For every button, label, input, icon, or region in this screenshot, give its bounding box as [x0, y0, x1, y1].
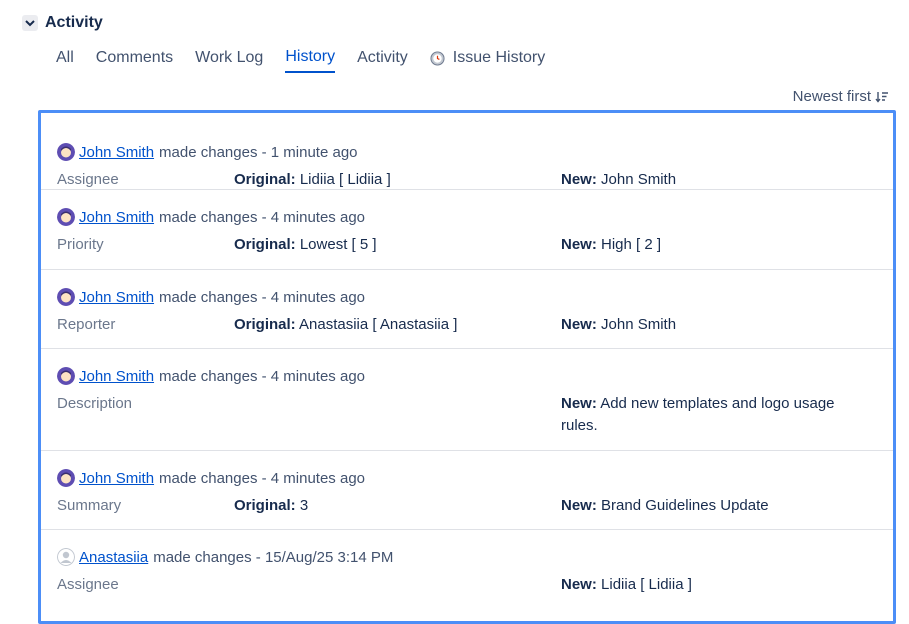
new-value: New: Add new templates and logo usage ru…: [561, 393, 861, 437]
user-link[interactable]: John Smith: [79, 209, 154, 226]
original-label: Original:: [234, 316, 296, 333]
original-value: Original: Lidiia [ Lidiia ]: [234, 169, 561, 191]
sort-descending-icon: [875, 91, 888, 103]
original-value-empty: [234, 393, 561, 437]
original-value: Original: Lowest [ 5 ]: [234, 234, 561, 256]
activity-section-header[interactable]: Activity: [22, 14, 103, 32]
original-value: Original: 3: [234, 495, 561, 517]
avatar: [57, 143, 75, 161]
field-name: Assignee: [57, 576, 119, 593]
original-text: 3: [299, 497, 309, 514]
field-name: Reporter: [57, 316, 116, 333]
new-value: New: High [ 2 ]: [561, 234, 861, 256]
new-label: New:: [561, 316, 597, 333]
history-entry: Anastasiia made changes - 15/Aug/25 3:14…: [41, 530, 893, 615]
change-meta: made changes - 1 minute ago: [159, 143, 358, 161]
user-link[interactable]: John Smith: [79, 144, 154, 161]
new-value: New: John Smith: [561, 314, 861, 336]
original-text: Anastasiia [ Anastasiia ]: [299, 316, 458, 333]
original-text: Lidiia [ Lidiia ]: [299, 171, 391, 188]
field-name: Assignee: [57, 171, 119, 188]
new-text: Add new templates and logo usage rules.: [561, 395, 835, 434]
new-text: Brand Guidelines Update: [601, 497, 769, 514]
history-entry: John Smith made changes - 1 minute ago A…: [41, 113, 893, 190]
change-meta: made changes - 4 minutes ago: [159, 288, 366, 306]
tab-work-log[interactable]: Work Log: [195, 49, 263, 72]
avatar: [57, 367, 75, 385]
tab-issue-history-label: Issue History: [452, 49, 546, 66]
original-value-empty: [234, 574, 561, 596]
tab-issue-history[interactable]: Issue History: [430, 49, 545, 72]
tab-all[interactable]: All: [56, 49, 74, 72]
new-value: New: Lidiia [ Lidiia ]: [561, 574, 861, 596]
field-name: Summary: [57, 497, 122, 514]
avatar: [57, 208, 75, 226]
avatar: [57, 469, 75, 487]
new-label: New:: [561, 395, 597, 412]
history-list: John Smith made changes - 1 minute ago A…: [38, 110, 896, 624]
original-text: Lowest [ 5 ]: [299, 236, 377, 253]
tab-activity[interactable]: Activity: [357, 49, 408, 72]
change-meta: made changes - 4 minutes ago: [159, 367, 366, 385]
tab-history[interactable]: History: [285, 48, 336, 73]
user-link[interactable]: John Smith: [79, 289, 154, 306]
original-label: Original:: [234, 497, 296, 514]
history-entry: John Smith made changes - 4 minutes ago …: [41, 451, 893, 530]
history-entry: John Smith made changes - 4 minutes ago …: [41, 190, 893, 270]
sort-label: Newest first: [792, 88, 871, 105]
new-label: New:: [561, 236, 597, 253]
field-name: Description: [57, 395, 133, 412]
avatar: [57, 288, 75, 306]
chevron-down-icon: [25, 20, 35, 27]
user-link[interactable]: John Smith: [79, 470, 154, 487]
change-meta: made changes - 4 minutes ago: [159, 208, 366, 226]
tab-comments[interactable]: Comments: [96, 49, 173, 72]
change-meta: made changes - 4 minutes ago: [159, 469, 366, 487]
clock-icon: [430, 50, 445, 66]
change-meta: made changes - 15/Aug/25 3:14 PM: [153, 548, 394, 566]
new-value: New: John Smith: [561, 169, 861, 191]
new-label: New:: [561, 497, 597, 514]
new-text: Lidiia [ Lidiia ]: [601, 576, 692, 593]
section-title: Activity: [45, 14, 103, 31]
new-value: New: Brand Guidelines Update: [561, 495, 861, 517]
original-label: Original:: [234, 171, 296, 188]
original-label: Original:: [234, 236, 296, 253]
user-link[interactable]: John Smith: [79, 368, 154, 385]
collapse-toggle[interactable]: [22, 15, 38, 31]
history-entry: John Smith made changes - 4 minutes ago …: [41, 349, 893, 451]
field-name: Priority: [57, 236, 104, 253]
original-value: Original: Anastasiia [ Anastasiia ]: [234, 314, 561, 336]
new-text: High [ 2 ]: [601, 236, 662, 253]
user-link[interactable]: Anastasiia: [79, 549, 148, 566]
avatar: [57, 548, 75, 566]
new-text: John Smith: [601, 171, 677, 188]
history-entry: John Smith made changes - 4 minutes ago …: [41, 270, 893, 349]
new-label: New:: [561, 576, 597, 593]
sort-toggle[interactable]: Newest first: [793, 88, 889, 105]
new-label: New:: [561, 171, 597, 188]
new-text: John Smith: [601, 316, 677, 333]
tab-bar: All Comments Work Log History Activity I…: [56, 48, 567, 73]
